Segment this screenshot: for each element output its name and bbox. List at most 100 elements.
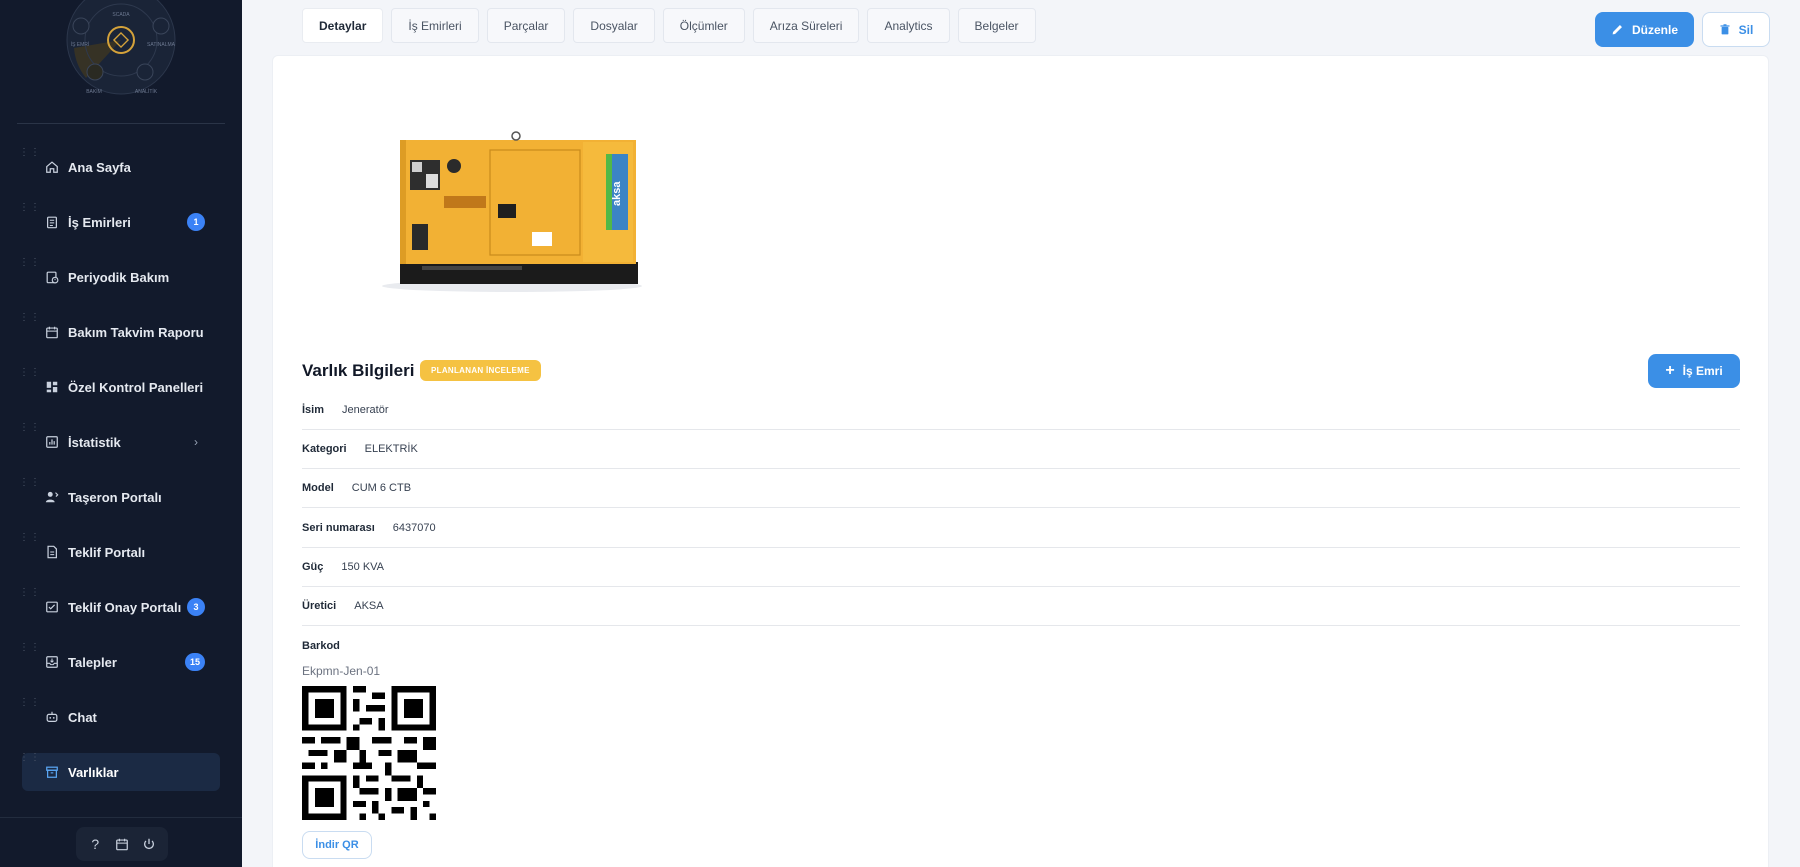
sidebar-item-label: Varlıklar [68,764,119,780]
sidebar-item-taseron-portali[interactable]: ⋮⋮ Taşeron Portalı [19,478,220,516]
drag-handle-icon[interactable]: ⋮⋮ [19,368,40,382]
sidebar-item-label: Teklif Portalı [68,544,146,560]
tab-analytics[interactable]: Analytics [867,8,950,43]
tab-detaylar[interactable]: Detaylar [302,8,384,43]
tab-is-emirleri[interactable]: İş Emirleri [391,8,479,43]
edit-button[interactable]: Düzenle [1595,12,1694,47]
power-icon[interactable] [140,835,158,853]
sidebar-item-label: İş Emirleri [68,214,131,230]
field-label: Güç [302,561,324,573]
sidebar-item-label: Teklif Onay Portalı [68,599,182,615]
tab-olcumler[interactable]: Ölçümler [662,8,745,43]
drag-handle-icon[interactable]: ⋮⋮ [19,148,40,162]
sidebar-item-bakim-takvim-raporu[interactable]: ⋮⋮ Bakım Takvim Raporu [19,313,220,351]
archive-icon [44,764,60,780]
field-label: İsim [302,404,325,416]
field-row-uretici: Üretici AKSA [302,587,1740,626]
sidebar-item-label: Taşeron Portalı [68,489,162,505]
sidebar: SCADA İŞ EMRİ SATINALMA BAKIM ANALİTİK ⋮… [0,0,242,867]
tab-belgeler[interactable]: Belgeler [957,8,1036,43]
delete-button-label: Sil [1738,22,1754,37]
calendar-icon[interactable] [113,835,131,853]
drag-handle-icon[interactable]: ⋮⋮ [19,478,40,492]
drag-handle-icon[interactable]: ⋮⋮ [19,698,40,712]
asset-tabs: Detaylar İş Emirleri Parçalar Dosyalar Ö… [302,8,1036,43]
sidebar-item-label: Talepler [68,654,117,670]
pencil-icon [1612,25,1622,35]
field-value: 150 KVA [341,561,385,573]
chevron-right-icon[interactable]: › [194,435,198,449]
barcode-label: Barkod [302,640,340,652]
inbox-icon [44,654,60,670]
asset-image[interactable]: aksa [362,124,652,304]
sidebar-item-teklif-portali[interactable]: ⋮⋮ Teklif Portalı [19,533,220,571]
field-label: Seri numarası [302,522,375,534]
sidebar-divider [17,123,225,124]
home-icon [44,159,60,175]
field-row-kategori: Kategori ELEKTRİK [302,430,1740,469]
document-icon [44,544,60,560]
field-row-isim: İsim Jeneratör [302,391,1740,430]
sidebar-item-chat[interactable]: ⋮⋮ Chat [19,698,220,736]
sidebar-item-label: Periyodik Bakım [68,269,170,285]
brand-mark-aksa: aksa [611,181,623,206]
logo-label-scada: SCADA [112,12,130,18]
qr-code [302,686,436,820]
approval-icon [44,599,60,615]
field-row-guc: Güç 150 KVA [302,548,1740,587]
clipboard-clock-icon [44,269,60,285]
contractor-icon [44,489,60,505]
field-row-model: Model CUM 6 CTB [302,469,1740,508]
dashboard-icon [44,379,60,395]
sidebar-footer-divider [0,817,242,818]
sidebar-item-ozel-kontrol-panelleri[interactable]: ⋮⋮ Özel Kontrol Panelleri [19,368,220,406]
barcode-value: Ekpmn-Jen-01 [302,664,381,678]
drag-handle-icon[interactable]: ⋮⋮ [19,423,40,437]
field-row-seri-numarasi: Seri numarası 6437070 [302,509,1740,548]
sidebar-item-varliklar[interactable]: ⋮⋮ Varlıklar [19,753,220,791]
count-badge: 1 [187,213,205,231]
field-label: Kategori [302,443,347,455]
sidebar-item-istatistik[interactable]: ⋮⋮ İstatistik › [19,423,220,461]
add-work-order-label: İş Emri [1682,364,1723,378]
download-qr-button[interactable]: İndir QR [302,831,372,859]
app-logo[interactable]: SCADA İŞ EMRİ SATINALMA BAKIM ANALİTİK [64,0,178,96]
field-label: Model [302,482,334,494]
drag-handle-icon[interactable]: ⋮⋮ [19,753,40,767]
sidebar-item-talepler[interactable]: ⋮⋮ Talepler 15 [19,643,220,681]
help-icon[interactable]: ? [86,835,104,853]
drag-handle-icon[interactable]: ⋮⋮ [19,258,40,272]
sidebar-item-label: Bakım Takvim Raporu [68,324,204,340]
status-badge: PLANLANAN İNCELEME [420,360,541,381]
tab-ariza-sureleri[interactable]: Arıza Süreleri [752,8,860,43]
edit-button-label: Düzenle [1631,22,1678,37]
logo-label-satinalma: SATINALMA [147,42,176,48]
sidebar-item-label: Chat [68,709,97,725]
tab-parcalar[interactable]: Parçalar [486,8,566,43]
field-value: CUM 6 CTB [351,482,412,494]
chat-bot-icon [44,709,60,725]
drag-handle-icon[interactable]: ⋮⋮ [19,533,40,547]
sidebar-item-teklif-onay-portali[interactable]: ⋮⋮ Teklif Onay Portalı 3 [19,588,220,626]
drag-handle-icon[interactable]: ⋮⋮ [19,588,40,602]
drag-handle-icon[interactable]: ⋮⋮ [19,643,40,657]
section-title: Varlık Bilgileri [302,361,415,380]
sidebar-item-label: Ana Sayfa [68,159,131,175]
delete-button[interactable]: Sil [1702,12,1770,47]
trash-icon [1720,24,1730,35]
add-work-order-button[interactable]: + İş Emri [1648,354,1740,388]
drag-handle-icon[interactable]: ⋮⋮ [19,313,40,327]
sidebar-item-periyodik-bakim[interactable]: ⋮⋮ Periyodik Bakım [19,258,220,296]
sidebar-item-is-emirleri[interactable]: ⋮⋮ İş Emirleri 1 [19,203,220,241]
logo-label-bakim: BAKIM [86,89,102,95]
field-label: Üretici [302,600,337,612]
plus-icon: + [1665,362,1675,379]
sidebar-item-ana-sayfa[interactable]: ⋮⋮ Ana Sayfa [19,148,220,186]
count-badge: 15 [184,653,205,671]
field-value: 6437070 [392,522,436,534]
drag-handle-icon[interactable]: ⋮⋮ [19,203,40,217]
field-value: AKSA [354,600,384,612]
field-value: Jeneratör [342,404,389,416]
logo-label-analitik: ANALİTİK [135,88,158,95]
tab-dosyalar[interactable]: Dosyalar [573,8,655,43]
